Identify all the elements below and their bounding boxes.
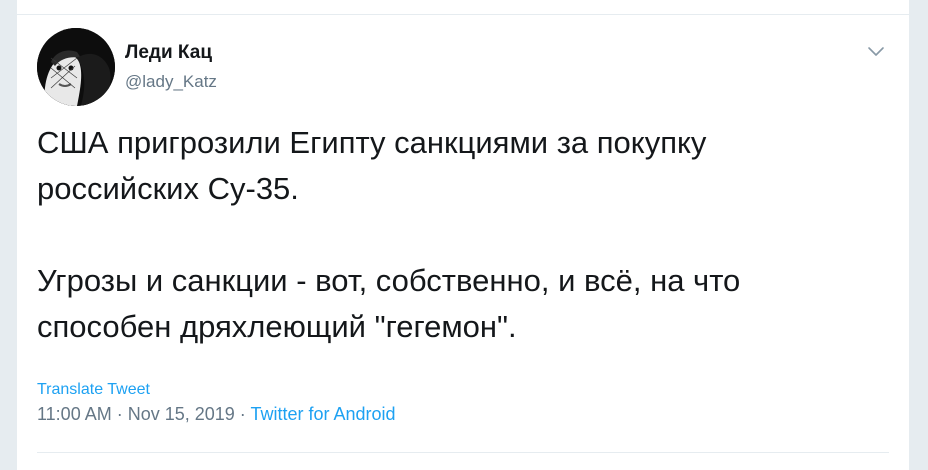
author-name[interactable]: Леди Кац: [125, 42, 212, 64]
author-handle[interactable]: @lady_Katz: [125, 72, 217, 92]
tweet-time[interactable]: 11:00 AM: [37, 404, 112, 424]
meta-separator: ·: [111, 404, 128, 424]
avatar-image: [37, 28, 115, 106]
meta-separator: ·: [234, 404, 251, 424]
top-divider: [17, 14, 909, 15]
tweet-text: США пригрозили Египту санкциями за покуп…: [37, 125, 741, 344]
tweet-date[interactable]: Nov 15, 2019: [128, 404, 235, 424]
tweet-card: Леди Кац @lady_Katz США пригрозили Египт…: [16, 0, 910, 470]
tweet-metadata: 11:00 AM · Nov 15, 2019 · Twitter for An…: [37, 404, 396, 425]
translate-tweet-link[interactable]: Translate Tweet: [37, 381, 150, 399]
tweet-source-link[interactable]: Twitter for Android: [250, 404, 395, 424]
bottom-divider: [37, 452, 889, 453]
chevron-down-icon[interactable]: [865, 40, 887, 62]
avatar[interactable]: [37, 28, 115, 106]
